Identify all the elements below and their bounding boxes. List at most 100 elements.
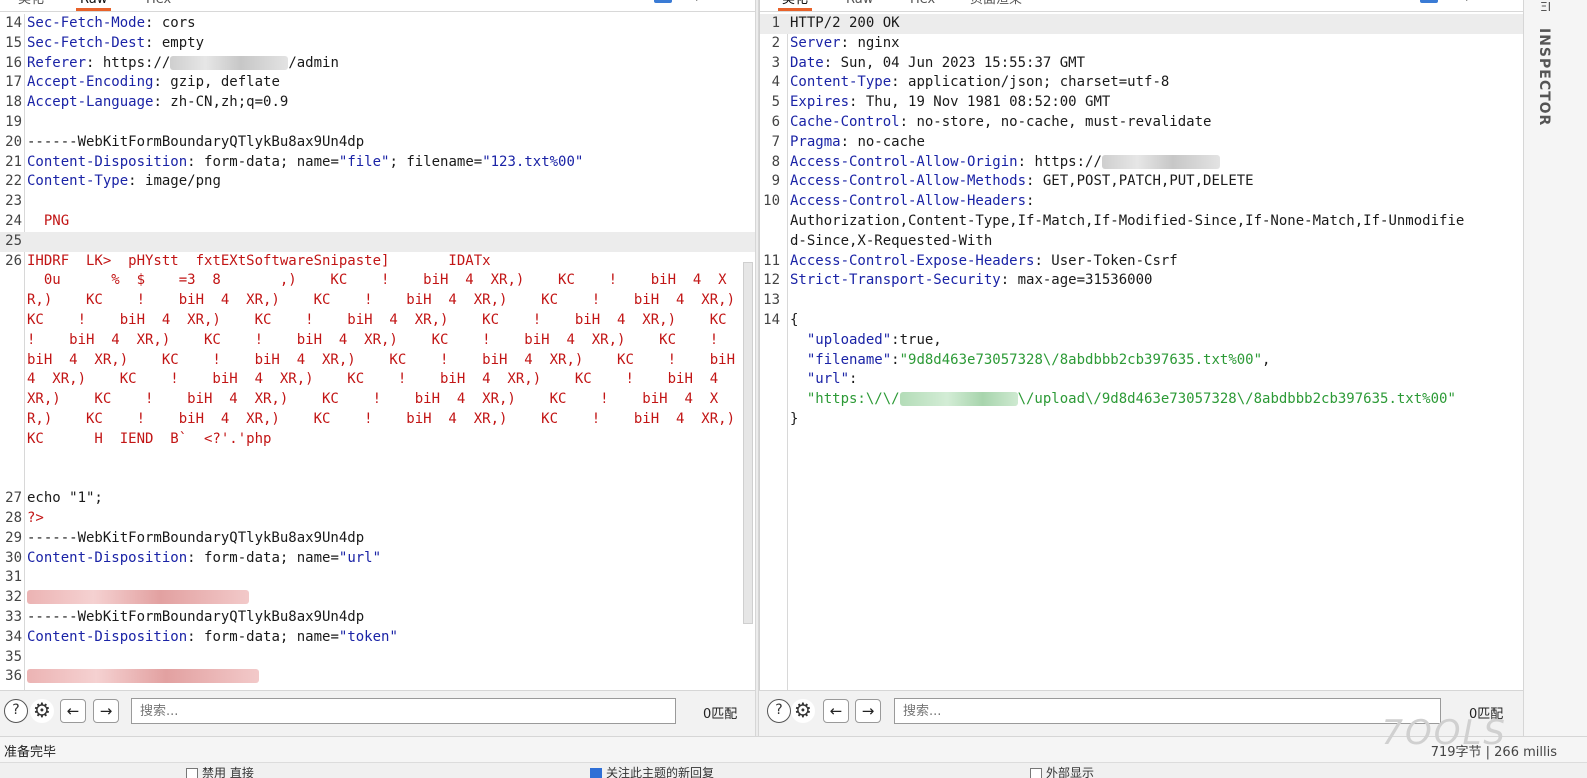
line-text: d-Since,X-Requested-With: [790, 232, 993, 249]
checkbox[interactable]: [186, 767, 198, 778]
line-number: 20: [5, 133, 22, 150]
option-external-display[interactable]: 外部显示: [1030, 764, 1094, 778]
code-line[interactable]: 26 IHDRF LK> pHYstt fxtEXtSoftwareSnipast…: [0, 252, 755, 272]
tab-hex[interactable]: Hex: [906, 0, 939, 11]
code-line[interactable]: 3 Date: Sun, 04 Jun 2023 15:55:37 GMT: [760, 54, 1523, 74]
checkbox[interactable]: [1030, 767, 1042, 778]
settings-gear-icon[interactable]: ⚙: [30, 699, 54, 723]
code-line[interactable]: 14 {: [760, 311, 1523, 331]
code-line[interactable]: 23: [0, 192, 755, 212]
line-number: 19: [5, 113, 22, 130]
code-line[interactable]: 21 Content-Disposition: form-data; name="…: [0, 153, 755, 173]
request-editor[interactable]: 14 Sec-Fetch-Mode: cors 15 Sec-Fetch-Dest: …: [0, 14, 755, 687]
line-number: 23: [5, 193, 22, 210]
code-line[interactable]: 19: [0, 113, 755, 133]
line-text: Referer: https:///admin: [27, 54, 339, 71]
code-line[interactable]: 5 Expires: Thu, 19 Nov 1981 08:52:00 GMT: [760, 93, 1523, 113]
option-follow-replies[interactable]: 关注此主题的新回复: [590, 764, 714, 778]
menu-icon[interactable]: ≡: [1492, 0, 1510, 3]
tab-pretty[interactable]: 美化: [14, 0, 48, 11]
checkbox-checked[interactable]: [590, 767, 602, 778]
search-input[interactable]: [131, 698, 676, 724]
code-line[interactable]: 30 Content-Disposition: form-data; name="…: [0, 549, 755, 569]
code-line[interactable]: 4 Content-Type: application/json; charset…: [760, 73, 1523, 93]
code-line[interactable]: 33 ------WebKitFormBoundaryQTlykBu8ax9Un4…: [0, 608, 755, 628]
code-line[interactable]: 10 Access-Control-Allow-Headers:: [760, 192, 1523, 212]
line-text: Content-Disposition: form-data; name="to…: [27, 628, 398, 645]
code-line[interactable]: 27 echo "1";: [0, 489, 755, 509]
code-line[interactable]: 15 Sec-Fetch-Dest: empty: [0, 34, 755, 54]
help-icon[interactable]: ?: [767, 699, 791, 723]
line-text: Content-Type: application/json; charset=…: [790, 74, 1170, 91]
code-line[interactable]: 1 HTTP/2 200 OK: [760, 14, 1523, 34]
code-line[interactable]: 16 Referer: https:///admin: [0, 54, 755, 74]
tab-hex[interactable]: Hex: [142, 0, 175, 11]
code-line[interactable]: 34 Content-Disposition: form-data; name="…: [0, 628, 755, 648]
inspector-label[interactable]: INSPECTOR: [1536, 28, 1552, 126]
code-line[interactable]: "https:\/\/\/upload\/9d8d463e73057328\/8…: [760, 390, 1523, 410]
code-line[interactable]: "uploaded":true,: [760, 331, 1523, 351]
wrap-toggle-icon[interactable]: ≡: [654, 0, 672, 3]
newline-icon[interactable]: \n: [690, 0, 708, 3]
code-line[interactable]: 14 Sec-Fetch-Mode: cors: [0, 14, 755, 34]
code-line[interactable]: 17 Accept-Encoding: gzip, deflate: [0, 73, 755, 93]
code-line[interactable]: 36: [0, 667, 755, 687]
line-number: 36: [5, 668, 22, 685]
tab-raw[interactable]: Raw: [842, 0, 877, 11]
response-editor[interactable]: 1 HTTP/2 200 OK 2 Server: nginx 3 Date: Sun, …: [760, 14, 1523, 430]
code-line[interactable]: 31: [0, 568, 755, 588]
code-line[interactable]: 20 ------WebKitFormBoundaryQTlykBu8ax9Un4…: [0, 133, 755, 153]
code-line[interactable]: 24 PNG: [0, 212, 755, 232]
wrap-toggle-icon[interactable]: ≡: [1420, 0, 1438, 3]
status-bar: 准备完毕 7OOLS 719字节 | 266 millis: [0, 713, 1587, 762]
search-input[interactable]: [894, 698, 1441, 724]
code-line[interactable]: "filename":"9d8d463e73057328\/8abdbbb2cb…: [760, 351, 1523, 371]
line-number: 34: [5, 628, 22, 645]
code-line[interactable]: 12 Strict-Transport-Security: max-age=315…: [760, 271, 1523, 291]
code-line[interactable]: 29 ------WebKitFormBoundaryQTlykBu8ax9Un4…: [0, 529, 755, 549]
code-line[interactable]: d-Since,X-Requested-With: [760, 232, 1523, 252]
inspector-sidebar[interactable]: ΞΙ INSPECTOR: [1523, 0, 1587, 740]
request-scrollbar[interactable]: [743, 262, 753, 624]
code-line[interactable]: 7 Pragma: no-cache: [760, 133, 1523, 153]
code-line[interactable]: }: [760, 410, 1523, 430]
code-line[interactable]: 35: [0, 648, 755, 668]
line-number: 5: [771, 94, 780, 111]
code-line[interactable]: "url":: [760, 370, 1523, 390]
inspector-toggle[interactable]: ΞΙ: [1540, 0, 1551, 14]
search-prev-button[interactable]: ←: [60, 699, 86, 723]
menu-icon[interactable]: ≡: [722, 0, 740, 3]
status-text: 准备完毕: [4, 745, 57, 760]
code-line[interactable]: 11 Access-Control-Expose-Headers: User-To…: [760, 252, 1523, 272]
search-next-button[interactable]: →: [93, 699, 119, 723]
line-text: PNG: [27, 212, 70, 229]
line-text: Sec-Fetch-Dest: empty: [27, 34, 205, 51]
line-text: ------WebKitFormBoundaryQTlykBu8ax9Un4dp: [27, 529, 365, 546]
code-line[interactable]: 9 Access-Control-Allow-Methods: GET,POST,…: [760, 172, 1523, 192]
code-line[interactable]: 25: [0, 231, 755, 252]
search-next-button[interactable]: →: [855, 699, 881, 723]
code-line[interactable]: 13: [760, 291, 1523, 311]
code-line[interactable]: 28 ?>: [0, 509, 755, 529]
settings-gear-icon[interactable]: ⚙: [791, 699, 815, 723]
help-icon[interactable]: ?: [4, 699, 28, 723]
code-line[interactable]: 2 Server: nginx: [760, 34, 1523, 54]
binary-payload[interactable]: 0u % $ =3 8 ,) KC ! biH 4 XR,) KC ! biH …: [0, 271, 755, 489]
tab-render[interactable]: 页面渲染: [966, 0, 1026, 11]
tab-raw[interactable]: Raw: [76, 0, 112, 11]
tab-pretty[interactable]: 美化: [778, 0, 813, 11]
code-line[interactable]: 6 Cache-Control: no-store, no-cache, must…: [760, 113, 1523, 133]
code-line[interactable]: 8 Access-Control-Allow-Origin: https://: [760, 153, 1523, 173]
line-text: [27, 588, 249, 608]
line-number: 18: [5, 94, 22, 111]
line-text: Access-Control-Allow-Origin: https://: [790, 153, 1220, 173]
line-number: 15: [5, 34, 22, 51]
search-prev-button[interactable]: ←: [823, 699, 849, 723]
code-line[interactable]: Authorization,Content-Type,If-Match,If-M…: [760, 212, 1523, 232]
newline-icon[interactable]: \n: [1460, 0, 1478, 3]
code-line[interactable]: 32: [0, 588, 755, 608]
option-disable-direct[interactable]: 禁用 直接: [186, 764, 254, 778]
code-line[interactable]: 18 Accept-Language: zh-CN,zh;q=0.9: [0, 93, 755, 113]
code-line[interactable]: 22 Content-Type: image/png: [0, 172, 755, 192]
line-text: "uploaded":true,: [790, 331, 942, 348]
